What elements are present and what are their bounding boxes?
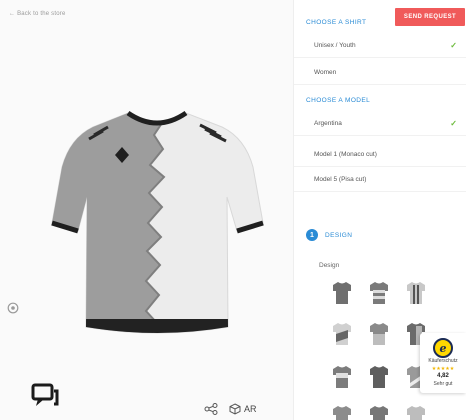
option-label: Women — [314, 69, 337, 76]
design-thumbnail[interactable] — [332, 365, 352, 389]
step-badge: 1 — [306, 229, 318, 241]
back-to-store-link[interactable]: ← Back to the store — [9, 11, 66, 17]
option-label: Unisex / Youth — [314, 42, 356, 49]
option-model-5[interactable]: Model 5 (Pisa cut) — [294, 168, 466, 192]
design-sub-label: Design — [319, 262, 340, 269]
check-icon: ✓ — [450, 41, 457, 50]
option-model-1[interactable]: Model 1 (Monaco cut) — [294, 143, 466, 167]
buyer-protection-label: Käuferschutz — [428, 358, 458, 364]
rating-stars: ★★★★★ — [431, 366, 455, 372]
design-step-label: DESIGN — [325, 231, 353, 239]
design-thumbnail[interactable] — [369, 405, 389, 420]
shirt-section-title: CHOOSE A SHIRT — [306, 19, 367, 26]
design-thumbnail[interactable] — [369, 365, 389, 389]
option-unisex-youth[interactable]: Unisex / Youth ✓ — [294, 34, 466, 58]
design-thumbnail[interactable] — [332, 281, 352, 305]
option-label: Model 1 (Monaco cut) — [314, 151, 377, 158]
trusted-shops-badge[interactable]: e Käuferschutz ★★★★★ 4,82 Sehr gut — [420, 333, 466, 393]
ar-button[interactable]: AR — [229, 401, 257, 417]
design-thumbnail[interactable] — [406, 281, 426, 305]
design-thumbnail[interactable] — [369, 281, 389, 305]
option-label: Argentina — [314, 120, 342, 127]
design-thumbnail[interactable] — [406, 405, 426, 420]
rating-grade: Sehr gut — [433, 381, 453, 387]
design-step-header[interactable]: 1 DESIGN — [306, 229, 352, 241]
model-section-title: CHOOSE A MODEL — [306, 97, 371, 104]
option-label: Model 5 (Pisa cut) — [314, 176, 367, 183]
chat-icon[interactable] — [30, 382, 60, 410]
ar-label: AR — [244, 404, 257, 414]
option-women[interactable]: Women — [294, 61, 466, 85]
jersey-preview[interactable] — [50, 105, 265, 340]
design-thumbnail[interactable] — [332, 322, 352, 346]
layers-icon[interactable] — [7, 302, 19, 314]
share-icon[interactable] — [204, 403, 218, 415]
rating-score: 4,82 — [437, 373, 449, 379]
design-thumbnail[interactable] — [332, 405, 352, 420]
trusted-shops-logo: e — [433, 338, 453, 358]
option-argentina[interactable]: Argentina ✓ — [294, 112, 466, 136]
check-icon: ✓ — [450, 119, 457, 128]
jersey-viewer: ← Back to the store AR — [0, 0, 293, 420]
design-thumbnail[interactable] — [369, 322, 389, 346]
ar-cube-icon — [229, 403, 241, 415]
jersey-body — [51, 110, 264, 334]
send-request-button[interactable]: SEND REQUEST — [395, 8, 465, 26]
